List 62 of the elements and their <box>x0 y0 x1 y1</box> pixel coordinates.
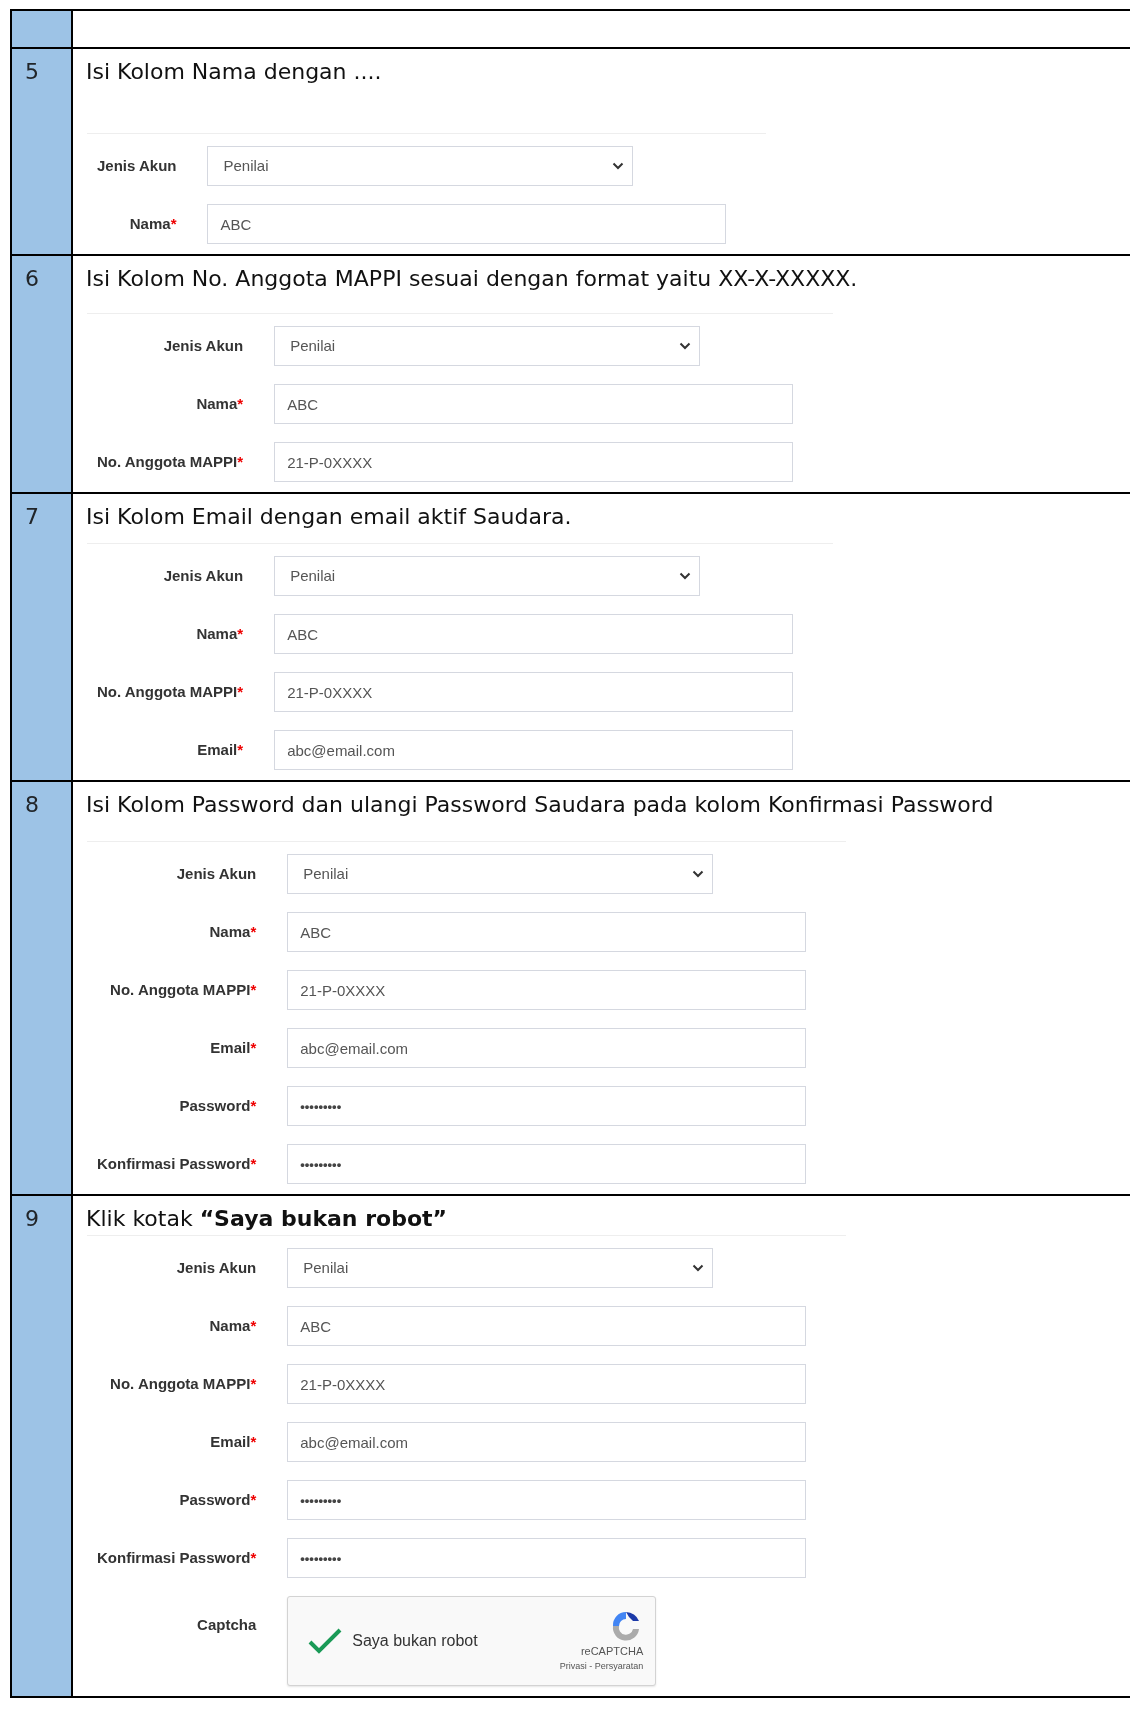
account-type-dropdown[interactable]: Penilai <box>207 146 634 186</box>
step-instruction: Isi Kolom Email dengan email aktif Saudara. <box>85 503 573 531</box>
text-field[interactable]: ABC <box>274 384 794 424</box>
password-field[interactable]: ••••••••• <box>287 1480 807 1520</box>
text-field[interactable]: abc@email.com <box>287 1028 807 1068</box>
field-label: No. Anggota MAPPI* <box>97 451 244 472</box>
field-label: Nama* <box>128 213 177 234</box>
step-number: 5 <box>11 48 72 255</box>
field-label: No. Anggota MAPPI* <box>97 681 244 702</box>
step-number: 7 <box>11 493 72 781</box>
field-label: Nama* <box>195 393 244 414</box>
recaptcha-brand-text: reCAPTCHA <box>580 1644 644 1659</box>
text-field[interactable]: ABC <box>287 912 807 952</box>
field-label: Password* <box>178 1095 257 1116</box>
field-label: Email* <box>209 1431 257 1452</box>
account-type-dropdown[interactable]: Penilai <box>274 326 701 366</box>
chevron-down-icon <box>692 1264 705 1272</box>
account-type-dropdown[interactable]: Penilai <box>274 556 701 596</box>
field-label: Konfirmasi Password* <box>97 1547 257 1568</box>
captcha-label: Saya bukan robot <box>352 1631 479 1651</box>
field-label: Jenis Akun <box>175 1257 257 1278</box>
chevron-down-icon <box>679 572 692 580</box>
account-type-dropdown[interactable]: Penilai <box>287 854 714 894</box>
field-label: Konfirmasi Password* <box>97 1153 257 1174</box>
account-type-dropdown[interactable]: Penilai <box>287 1248 714 1288</box>
step-instruction: Isi Kolom Password dan ulangi Password Saudara pada kolom Konfirmasi Password <box>85 791 995 819</box>
chevron-down-icon <box>679 342 692 350</box>
text-field[interactable]: abc@email.com <box>274 730 794 770</box>
privacy-terms-links[interactable]: Privasi - Persyaratan <box>559 1659 644 1673</box>
chevron-down-icon <box>692 870 705 878</box>
text-field[interactable]: 21-P-0XXXX <box>274 442 794 482</box>
text-field[interactable]: 21-P-0XXXX <box>287 970 807 1010</box>
field-label: Nama* <box>208 1315 257 1336</box>
password-field[interactable]: ••••••••• <box>287 1086 807 1126</box>
checkmark-icon[interactable] <box>308 1628 343 1654</box>
field-label: Jenis Akun <box>162 335 244 356</box>
field-label: No. Anggota MAPPI* <box>109 1373 257 1394</box>
field-label: Jenis Akun <box>175 863 257 884</box>
text-field[interactable]: 21-P-0XXXX <box>287 1364 807 1404</box>
step-instruction: Isi Kolom No. Anggota MAPPI sesuai dengan format yaitu XX-X-XXXXX. <box>85 265 859 293</box>
field-label: Password* <box>178 1489 257 1510</box>
text-field[interactable]: ABC <box>274 614 794 654</box>
step-instruction: Klik kotak “Saya bukan robot” <box>85 1205 448 1233</box>
password-field[interactable]: ••••••••• <box>287 1538 807 1578</box>
field-label: Email* <box>209 1037 257 1058</box>
text-field[interactable]: ABC <box>207 204 727 244</box>
field-label: Jenis Akun <box>97 155 177 176</box>
password-field[interactable]: ••••••••• <box>287 1144 807 1184</box>
field-label: No. Anggota MAPPI* <box>109 979 257 1000</box>
chevron-down-icon <box>612 162 625 170</box>
text-field[interactable]: abc@email.com <box>287 1422 807 1462</box>
text-field[interactable]: ABC <box>287 1306 807 1346</box>
field-label: Email* <box>196 739 244 760</box>
field-label: Nama* <box>195 623 244 644</box>
field-label: Captcha <box>196 1615 257 1635</box>
field-label: Jenis Akun <box>162 565 244 586</box>
step-instruction: Isi Kolom Nama dengan .... <box>85 58 383 86</box>
step-number: 6 <box>11 255 72 493</box>
step-number: 9 <box>11 1195 72 1697</box>
text-field[interactable]: 21-P-0XXXX <box>274 672 794 712</box>
field-label: Nama* <box>208 921 257 942</box>
step-number: 8 <box>11 781 72 1195</box>
